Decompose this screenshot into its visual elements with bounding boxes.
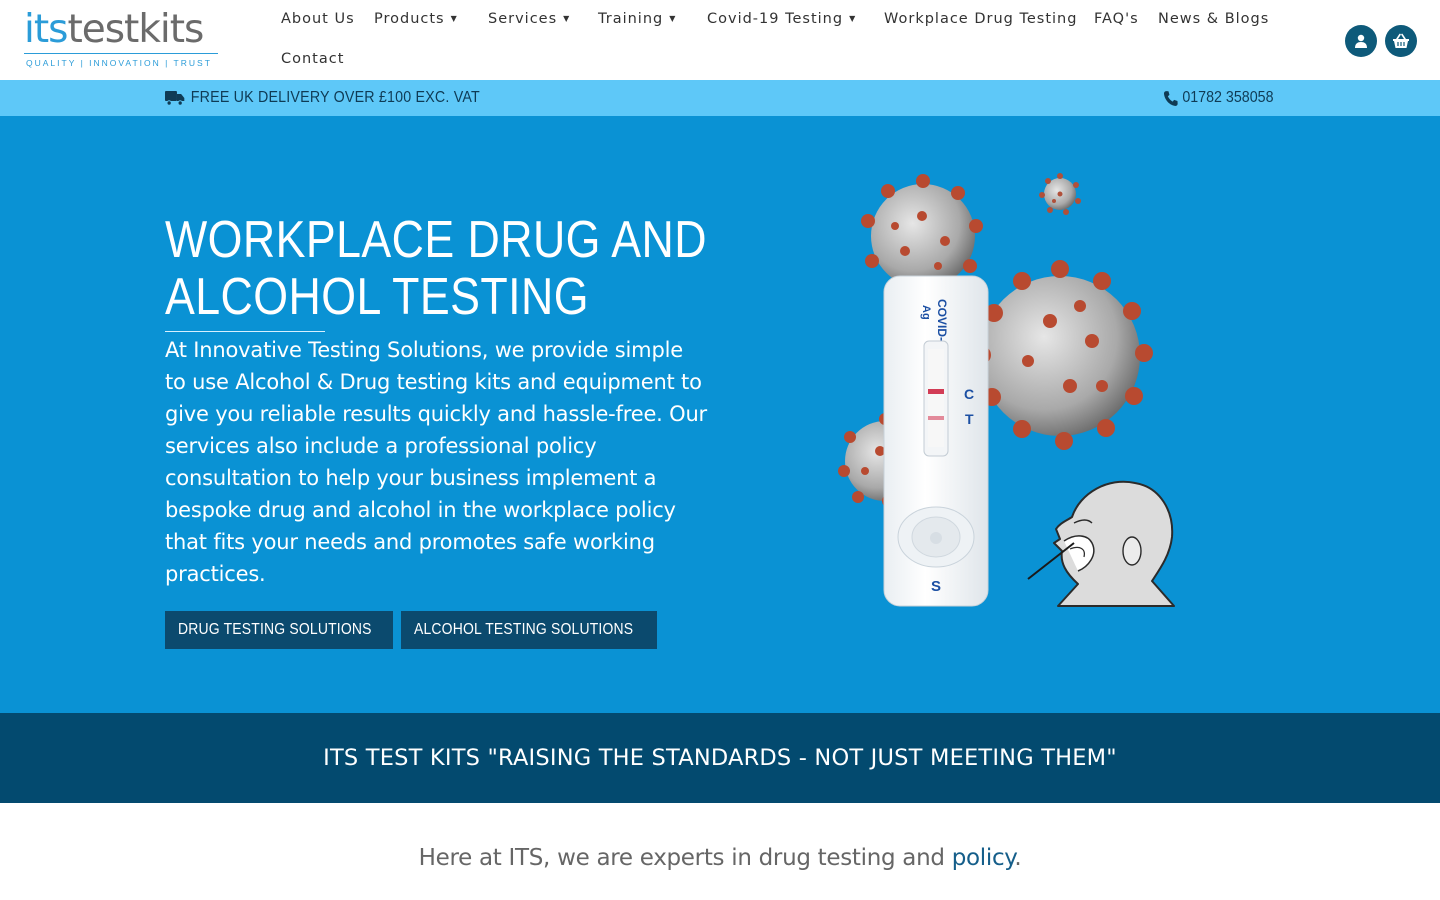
hero-title-line-1: WORKPLACE DRUG AND [165,211,707,269]
chevron-down-icon: ▼ [450,14,458,23]
basket-icon [1393,33,1409,48]
cassette-ag-label: Ag [920,305,932,320]
hero-section: WORKPLACE DRUG AND ALCOHOL TESTING At In… [0,116,1440,713]
nav-services[interactable]: Services ▼ [488,11,570,27]
phone-number: 01782 358058 [1182,89,1274,106]
drug-testing-solutions-button[interactable]: DRUG TESTING SOLUTIONS [165,611,393,649]
intro-period: . [1014,845,1022,871]
virus-large-icon [973,260,1153,450]
account-button[interactable] [1345,25,1377,57]
hero-title: WORKPLACE DRUG AND ALCOHOL TESTING [165,211,707,326]
free-delivery-notice: FREE UK DELIVERY OVER £100 EXC. VAT [165,80,480,116]
chevron-down-icon: ▼ [669,14,677,23]
main-nav: About Us Products ▼ Services ▼ Training ▼ C… [271,0,1291,80]
intro-sentence: Here at ITS, we are experts in drug test… [418,845,952,871]
hero-title-line-2: ALCOHOL TESTING [165,268,589,326]
nav-label: Covid-19 Testing [707,11,844,27]
nav-covid-19-testing[interactable]: Covid-19 Testing ▼ [707,11,856,27]
delivery-text: FREE UK DELIVERY OVER £100 EXC. VAT [190,89,480,106]
button-label: DRUG TESTING SOLUTIONS [178,621,372,638]
hero-divider [165,331,325,332]
truck-icon [165,91,185,106]
nav-label: Services [488,11,558,27]
cassette-c-label: C [964,386,974,402]
nav-label: About Us [281,11,355,27]
intro-text: Here at ITS, we are experts in drug test… [0,845,1440,871]
nav-workplace-drug-testing[interactable]: Workplace Drug Testing [884,11,1077,27]
chevron-down-icon: ▼ [563,14,571,23]
nav-label: News & Blogs [1158,11,1270,27]
nav-contact[interactable]: Contact [281,51,344,67]
nav-label: Contact [281,51,345,67]
info-bar: FREE UK DELIVERY OVER £100 EXC. VAT 0178… [0,80,1440,116]
chevron-down-icon: ▼ [849,14,857,23]
logo-wordmark: itstestkits [24,8,224,52]
test-cassette: COVID-19 Ag C T S [883,275,989,607]
site-logo[interactable]: itstestkits QUALITY | INNOVATION | TRUST [24,8,224,68]
alcohol-testing-solutions-button[interactable]: ALCOHOL TESTING SOLUTIONS [401,611,657,649]
phone-link[interactable]: 01782 358058 [1163,80,1274,116]
nasal-swab-head-illustration [1027,480,1175,607]
covid-test-illustration: COVID-19 Ag C T S [838,173,1175,607]
nav-label: Training [598,11,664,27]
nav-label: Workplace Drug Testing [884,11,1078,27]
button-label: ALCOHOL TESTING SOLUTIONS [414,621,634,638]
nav-label: FAQ's [1094,11,1139,27]
nav-training[interactable]: Training ▼ [598,11,676,27]
logo-divider [24,53,218,54]
nav-about-us[interactable]: About Us [281,11,355,27]
nav-faqs[interactable]: FAQ's [1094,11,1139,27]
slogan-text: ITS TEST KITS "RAISING THE STANDARDS - N… [323,745,1117,771]
cassette-t-label: T [965,411,974,427]
phone-icon [1163,90,1178,106]
logo-tagline: QUALITY | INNOVATION | TRUST [26,58,212,68]
nav-news-blogs[interactable]: News & Blogs [1158,11,1269,27]
policy-link[interactable]: policy [952,845,1015,871]
cassette-s-label: S [931,578,941,595]
slogan-band: ITS TEST KITS "RAISING THE STANDARDS - N… [0,713,1440,803]
logo-its-text: its [24,7,68,52]
basket-button[interactable] [1385,25,1417,57]
logo-testkits-text: testkits [67,7,204,52]
site-header: itstestkits QUALITY | INNOVATION | TRUST… [0,0,1440,80]
nav-products[interactable]: Products ▼ [374,11,458,27]
hero-description: At Innovative Testing Solutions, we prov… [165,338,707,586]
virus-small-icon [1039,173,1081,215]
user-icon [1355,34,1367,48]
nav-label: Products [374,11,445,27]
